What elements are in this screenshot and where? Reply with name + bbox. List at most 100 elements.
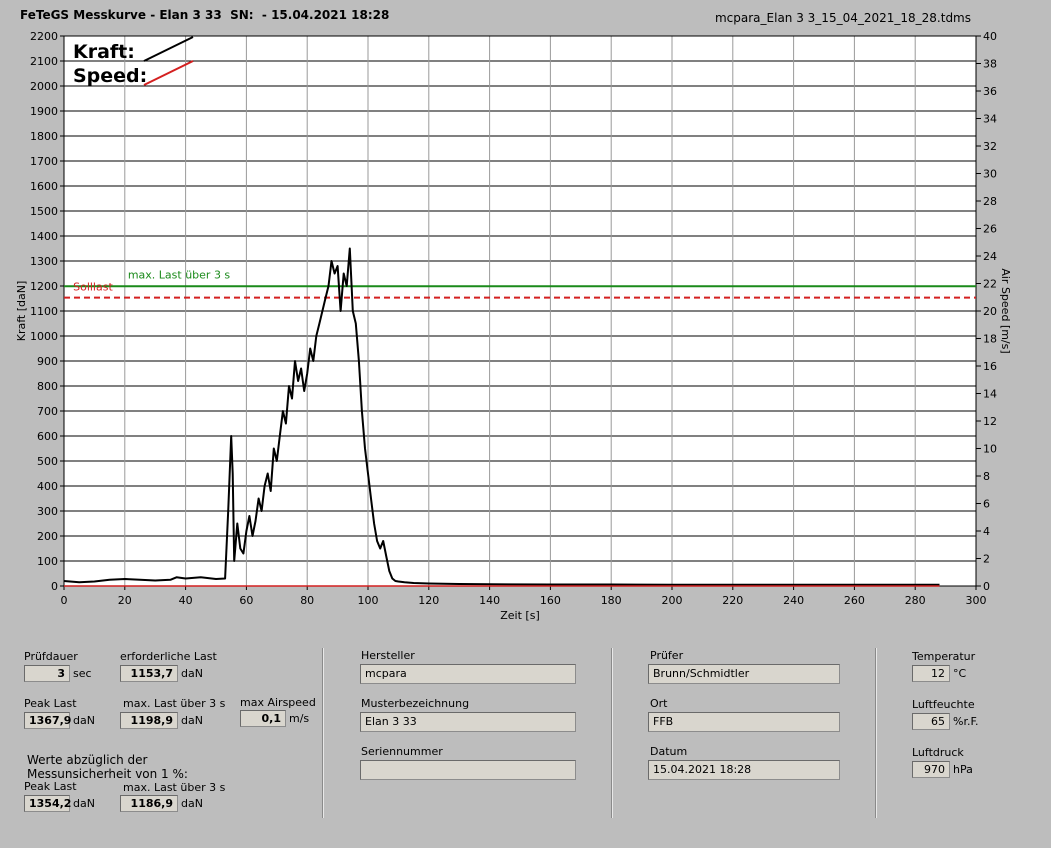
max-airspeed-value: 0,1 [240, 710, 286, 727]
luftfeuchte-value: 65 [912, 713, 950, 730]
y-tick-label: 1800 [30, 130, 58, 143]
y-tick-label: 500 [37, 455, 58, 468]
x-tick-label: 60 [239, 594, 253, 607]
x-tick-label: 20 [118, 594, 132, 607]
datum-label: Datum [650, 745, 688, 758]
max-airspeed-unit: m/s [289, 712, 310, 725]
x-tick-label: 300 [966, 594, 987, 607]
x-tick-label: 120 [418, 594, 439, 607]
y2-tick-label: 24 [983, 250, 997, 263]
y2-tick-label: 22 [983, 278, 997, 291]
hersteller-field[interactable]: mcpara [360, 664, 576, 684]
ort-field[interactable]: FFB [648, 712, 840, 732]
y-tick-label: 2100 [30, 55, 58, 68]
y-tick-label: 0 [51, 580, 58, 593]
peak-last-value: 1367,9 [24, 712, 71, 729]
y2-tick-label: 2 [983, 553, 990, 566]
pruefer-label: Prüfer [650, 649, 684, 662]
uncertainty-note-line2: Messunsicherheit von 1 %: [27, 767, 188, 781]
x-tick-label: 80 [300, 594, 314, 607]
luftdruck-unit: hPa [953, 763, 973, 776]
max-airspeed-label: max Airspeed [240, 696, 316, 709]
separator-3 [875, 648, 877, 818]
x-tick-label: 280 [905, 594, 926, 607]
y2-tick-label: 32 [983, 140, 997, 153]
y-tick-label: 1600 [30, 180, 58, 193]
y-tick-label: 1100 [30, 305, 58, 318]
y-tick-label: 1500 [30, 205, 58, 218]
x-tick-label: 200 [662, 594, 683, 607]
y2-tick-label: 28 [983, 195, 997, 208]
y2-tick-label: 14 [983, 388, 997, 401]
max-last-label: max. Last über 3 s [123, 697, 226, 710]
x-tick-label: 240 [783, 594, 804, 607]
y-tick-label: 100 [37, 555, 58, 568]
x-tick-label: 140 [479, 594, 500, 607]
pruefdauer-value: 3 [24, 665, 70, 682]
y2-tick-label: 6 [983, 498, 990, 511]
legend-kraft-label: Kraft: [73, 41, 135, 63]
separator-2 [611, 648, 613, 818]
separator-1 [322, 648, 324, 818]
x-tick-label: 160 [540, 594, 561, 607]
pruefdauer-label: Prüfdauer [24, 650, 78, 663]
luftfeuchte-unit: %r.F. [953, 715, 979, 728]
y2-tick-label: 26 [983, 223, 997, 236]
peak-last-corr-unit: daN [73, 797, 95, 810]
y-tick-label: 2200 [30, 30, 58, 43]
luftfeuchte-label: Luftfeuchte [912, 698, 975, 711]
solllast-line-label: Solllast [73, 281, 113, 294]
y-tick-label: 1200 [30, 280, 58, 293]
y2-tick-label: 34 [983, 113, 997, 126]
y2-tick-label: 4 [983, 525, 990, 538]
y2-tick-label: 18 [983, 333, 997, 346]
y2-tick-label: 30 [983, 168, 997, 181]
y-tick-label: 400 [37, 480, 58, 493]
ort-label: Ort [650, 697, 668, 710]
temperatur-value: 12 [912, 665, 950, 682]
max-last-corr-unit: daN [181, 797, 203, 810]
x-tick-label: 100 [358, 594, 379, 607]
peak-last-label: Peak Last [24, 697, 77, 710]
y2-axis-label: Air Speed [m/s] [999, 268, 1012, 353]
peak-last-corr-value: 1354,2 [24, 795, 71, 812]
max-last-unit: daN [181, 714, 203, 727]
y-tick-label: 2000 [30, 80, 58, 93]
x-tick-label: 220 [722, 594, 743, 607]
x-tick-label: 40 [179, 594, 193, 607]
pruefer-field[interactable]: Brunn/Schmidtler [648, 664, 840, 684]
max-last-line-label: max. Last über 3 s [128, 268, 231, 281]
y2-tick-label: 12 [983, 415, 997, 428]
peak-last-unit: daN [73, 714, 95, 727]
y2-tick-label: 40 [983, 30, 997, 43]
y-tick-label: 1700 [30, 155, 58, 168]
peak-last-corr-label: Peak Last [24, 780, 77, 793]
x-axis-label: Zeit [s] [500, 609, 539, 622]
temperatur-label: Temperatur [912, 650, 976, 663]
y2-tick-label: 10 [983, 443, 997, 456]
musterbezeichnung-field[interactable]: Elan 3 33 [360, 712, 576, 732]
erforderliche-last-label: erforderliche Last [120, 650, 217, 663]
seriennummer-field[interactable] [360, 760, 576, 780]
luftdruck-value: 970 [912, 761, 950, 778]
y-tick-label: 800 [37, 380, 58, 393]
pruefdauer-unit: sec [73, 667, 92, 680]
uncertainty-note-line1: Werte abzüglich der [27, 753, 148, 767]
force-chart: 0100200300400500600700800900100011001200… [15, 30, 1012, 622]
y-tick-label: 300 [37, 505, 58, 518]
luftdruck-label: Luftdruck [912, 746, 964, 759]
y-tick-label: 1000 [30, 330, 58, 343]
datum-field[interactable]: 15.04.2021 18:28 [648, 760, 840, 780]
y-axis-label: Kraft [daN] [15, 281, 28, 342]
y-tick-label: 900 [37, 355, 58, 368]
seriennummer-label: Seriennummer [361, 745, 443, 758]
y-tick-label: 700 [37, 405, 58, 418]
x-tick-label: 180 [601, 594, 622, 607]
max-last-corr-value: 1186,9 [120, 795, 178, 812]
y2-tick-label: 0 [983, 580, 990, 593]
y2-tick-label: 16 [983, 360, 997, 373]
legend-speed-label: Speed: [73, 65, 147, 87]
temperatur-unit: °C [953, 667, 967, 680]
y-tick-label: 1400 [30, 230, 58, 243]
y-tick-label: 600 [37, 430, 58, 443]
